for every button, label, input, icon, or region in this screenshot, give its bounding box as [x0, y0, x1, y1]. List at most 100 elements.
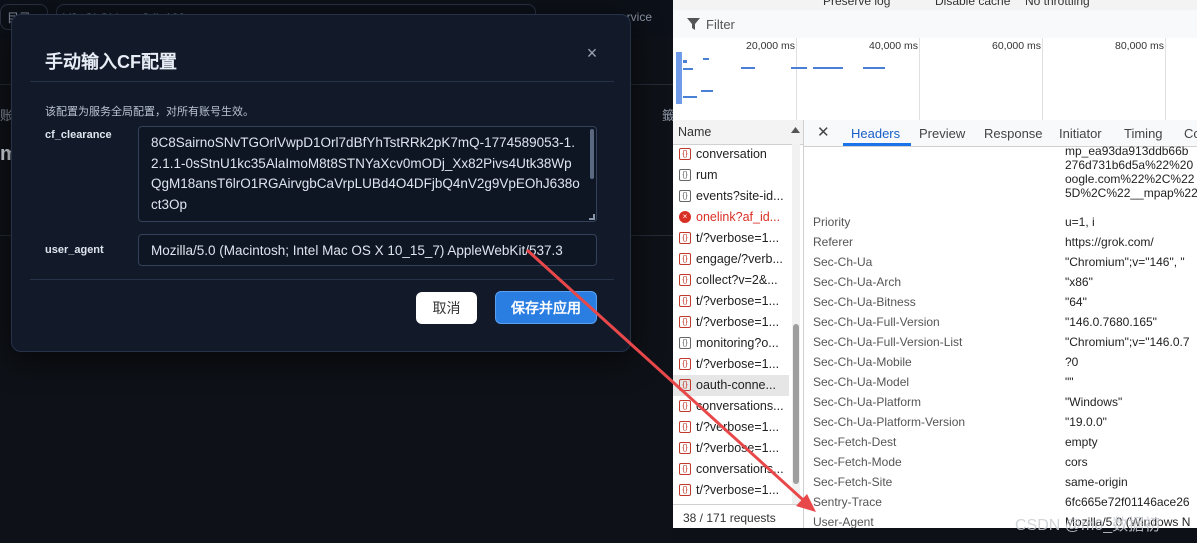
- request-name: conversations...: [696, 399, 784, 413]
- request-row[interactable]: {} t/?verbose=1...: [673, 438, 789, 459]
- request-type-icon: {}: [679, 295, 691, 307]
- divider: [30, 81, 614, 82]
- header-value: "Windows": [1065, 395, 1123, 409]
- header-row: Sec-Ch-Ua-Mobile ?0: [804, 352, 1197, 372]
- header-key: Sec-Ch-Ua-Platform-Version: [813, 415, 966, 429]
- close-icon[interactable]: ×: [582, 43, 602, 63]
- dialog-description: 该配置为服务全局配置，对所有账号生效。: [45, 106, 254, 118]
- request-row[interactable]: {} oauth-conne...: [673, 375, 789, 396]
- request-name: rum: [696, 168, 718, 182]
- user-agent-label: user_agent: [45, 244, 104, 256]
- filter-icon[interactable]: [687, 18, 700, 30]
- request-type-icon: {}: [679, 421, 691, 433]
- clipped-value-line: oogle.com%22%2C%22: [1065, 172, 1195, 186]
- header-value: "64": [1065, 295, 1087, 309]
- clipped-value-line: 5D%2C%22__mpap%22: [1065, 186, 1197, 200]
- tab-timing[interactable]: Timing: [1124, 126, 1163, 141]
- request-row[interactable]: {} t/?verbose=1...: [673, 354, 789, 375]
- request-row[interactable]: {} t/?verbose=1...: [673, 228, 789, 249]
- tab-preview[interactable]: Preview: [919, 126, 965, 141]
- request-name: t/?verbose=1...: [696, 231, 780, 245]
- request-name: t/?verbose=1...: [696, 441, 780, 455]
- request-name: oauth-conne...: [696, 378, 776, 392]
- header-key: Sec-Ch-Ua-Mobile: [813, 355, 912, 369]
- waterfall-marks: [676, 52, 885, 104]
- preserve-log-checkbox[interactable]: Preserve log: [823, 0, 890, 8]
- request-type-icon: {}: [679, 442, 691, 454]
- request-name: collect?v=2&...: [696, 273, 778, 287]
- header-row: Sec-Ch-Ua-Bitness "64": [804, 292, 1197, 312]
- request-type-icon: {}: [679, 148, 691, 160]
- header-value: "": [1065, 375, 1074, 389]
- request-count: 38 / 171 requests: [683, 511, 776, 525]
- request-type-icon: {}: [679, 337, 691, 349]
- request-row[interactable]: {} conversations...: [673, 396, 789, 417]
- name-column-header[interactable]: Name: [673, 120, 803, 145]
- network-overview[interactable]: 20,000 ms 40,000 ms 60,000 ms 80,000 ms: [673, 38, 1197, 121]
- request-name: conversations...: [696, 462, 784, 476]
- request-row[interactable]: {} rum: [673, 165, 789, 186]
- request-row[interactable]: {} t/?verbose=1...: [673, 291, 789, 312]
- user-agent-input[interactable]: Mozilla/5.0 (Macintosh; Intel Mac OS X 1…: [138, 234, 597, 266]
- tab-initiator[interactable]: Initiator: [1059, 126, 1102, 141]
- filter-input[interactable]: Filter: [706, 17, 735, 32]
- request-row[interactable]: × onelink?af_id...: [673, 207, 789, 228]
- request-list-scrollbar[interactable]: [792, 144, 800, 504]
- filter-bar: Filter: [673, 10, 1197, 39]
- scrollbar-thumb[interactable]: [793, 324, 799, 484]
- request-type-icon: {}: [679, 169, 691, 181]
- request-row[interactable]: {} conversations...: [673, 459, 789, 480]
- disable-cache-checkbox[interactable]: Disable cache: [935, 0, 1010, 8]
- header-key: Sec-Ch-Ua-Platform: [813, 395, 922, 409]
- request-row[interactable]: {} engage/?verb...: [673, 249, 789, 270]
- request-name: t/?verbose=1...: [696, 420, 780, 434]
- save-and-apply-button[interactable]: 保存并应用: [495, 291, 597, 324]
- request-name: monitoring?o...: [696, 336, 779, 350]
- active-tab-indicator: [843, 143, 911, 146]
- request-row[interactable]: {} monitoring?o...: [673, 333, 789, 354]
- name-column-label: Name: [678, 125, 712, 139]
- divider: [30, 279, 614, 280]
- devtools-network-panel: Preserve log Disable cache No throttling…: [673, 0, 1197, 528]
- header-key: Sec-Ch-Ua: [813, 255, 873, 269]
- header-key: Sec-Ch-Ua-Full-Version: [813, 315, 940, 329]
- request-name: t/?verbose=1...: [696, 483, 780, 497]
- request-count-bar: 38 / 171 requests: [673, 504, 803, 528]
- request-row[interactable]: {} conversation: [673, 144, 789, 165]
- cancel-button[interactable]: 取消: [416, 292, 477, 324]
- textarea-scrollbar[interactable]: [590, 129, 594, 179]
- request-type-icon: {}: [679, 274, 691, 286]
- header-key: Sec-Fetch-Mode: [813, 455, 902, 469]
- clipped-value-line: 276d731b6d5a%22%20: [1065, 158, 1194, 172]
- header-row: Sec-Ch-Ua-Platform "Windows": [804, 392, 1197, 412]
- request-row[interactable]: {} t/?verbose=1...: [673, 312, 789, 333]
- header-key: Sec-Fetch-Site: [813, 475, 893, 489]
- tab-cookies[interactable]: Co: [1184, 126, 1197, 141]
- scroll-up-icon[interactable]: [791, 127, 800, 133]
- header-value: "x86": [1065, 275, 1093, 289]
- request-row[interactable]: {} collect?v=2&...: [673, 270, 789, 291]
- request-row[interactable]: {} t/?verbose=1...: [673, 480, 789, 501]
- request-type-icon: {}: [679, 379, 691, 391]
- request-type-icon: {}: [679, 358, 691, 370]
- close-icon[interactable]: ✕: [817, 123, 830, 141]
- header-key: Sec-Ch-Ua-Full-Version-List: [813, 335, 963, 349]
- resize-grip-icon[interactable]: [589, 214, 595, 220]
- header-value: cors: [1065, 455, 1088, 469]
- header-key: User-Agent: [813, 515, 874, 528]
- header-row: Referer https://grok.com/: [804, 232, 1197, 252]
- header-key: Priority: [813, 215, 851, 229]
- tab-response[interactable]: Response: [984, 126, 1043, 141]
- header-row: Sec-Fetch-Mode cors: [804, 452, 1197, 472]
- header-value: empty: [1065, 435, 1098, 449]
- throttling-select[interactable]: No throttling: [1025, 0, 1090, 8]
- request-row[interactable]: {} t/?verbose=1...: [673, 417, 789, 438]
- cf-config-dialog: 手动输入CF配置 × 该配置为服务全局配置，对所有账号生效。 cf_cleara…: [11, 14, 631, 352]
- request-name: conversation: [696, 147, 767, 161]
- tab-headers[interactable]: Headers: [851, 126, 900, 141]
- header-key: Sec-Ch-Ua-Bitness: [813, 295, 916, 309]
- background-label: 籤: [662, 108, 673, 123]
- request-name: t/?verbose=1...: [696, 357, 780, 371]
- cf-clearance-textarea[interactable]: 8C8SairnoSNvTGOrlVwpD1Orl7dBfYhTstRRk2pK…: [138, 126, 597, 222]
- request-row[interactable]: {} events?site-id...: [673, 186, 789, 207]
